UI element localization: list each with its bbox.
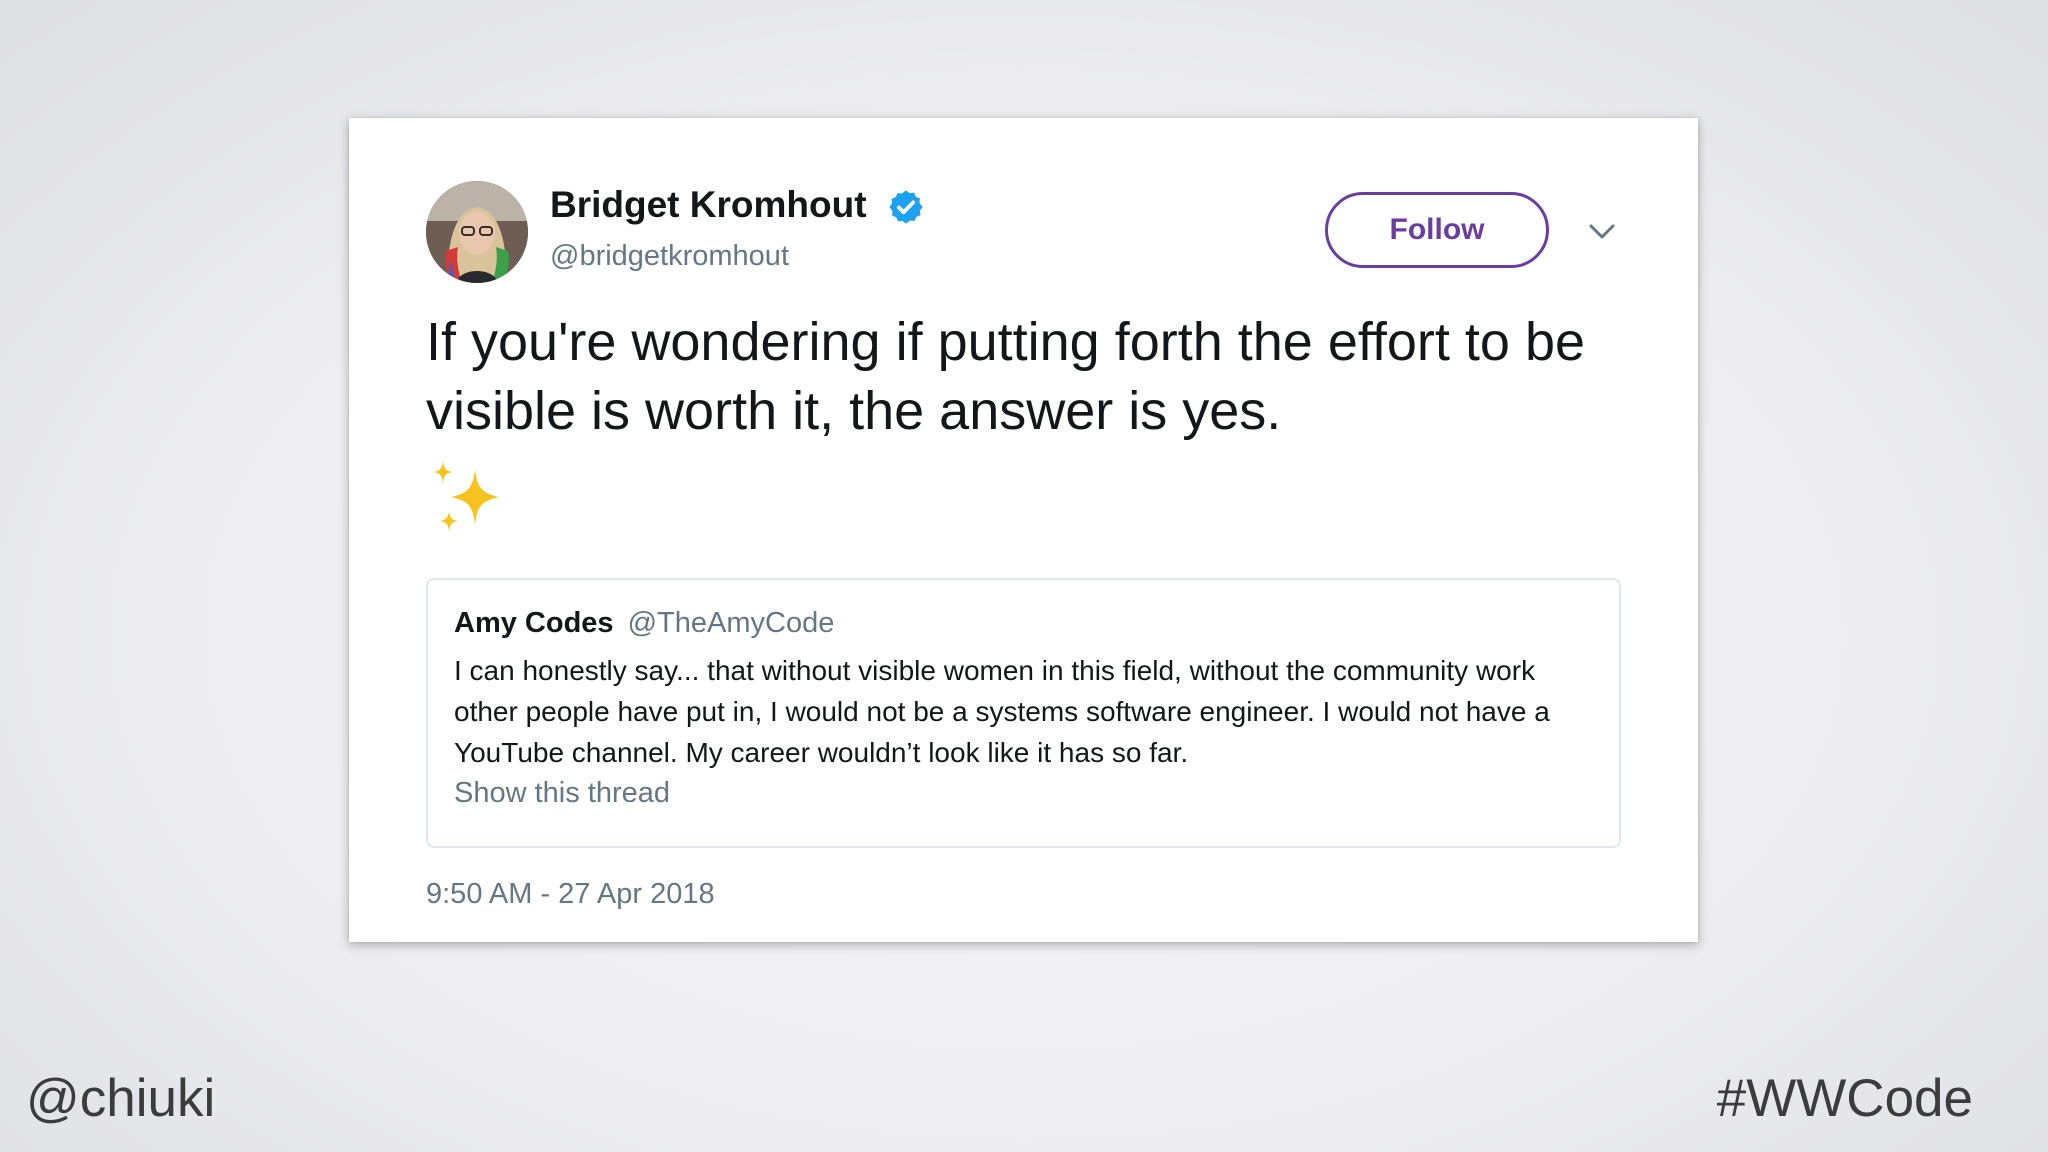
- chevron-down-icon[interactable]: [1585, 214, 1619, 248]
- avatar[interactable]: [426, 181, 528, 283]
- tweet-card: Bridget Kromhout @bridgetkromhout Follow…: [349, 118, 1698, 942]
- quoted-author-name[interactable]: Amy Codes: [454, 607, 614, 639]
- quoted-tweet-text: I can honestly say... that without visib…: [454, 655, 1550, 768]
- author-name[interactable]: Bridget Kromhout: [550, 184, 867, 226]
- sparkles-icon: [433, 461, 499, 531]
- follow-button[interactable]: Follow: [1325, 192, 1549, 268]
- quoted-tweet[interactable]: Amy Codes @TheAmyCode I can honestly say…: [426, 578, 1621, 848]
- verified-badge-icon: [889, 190, 923, 224]
- tweet-text: If you're wondering if putting forth the…: [426, 312, 1586, 441]
- tweet-timestamp[interactable]: 9:50 AM - 27 Apr 2018: [426, 878, 715, 911]
- slide-footer-hashtag: #WWCode: [1716, 1069, 1973, 1128]
- slide-footer-handle: @chiuki: [26, 1069, 216, 1128]
- quoted-author-handle[interactable]: @TheAmyCode: [628, 607, 835, 639]
- author-handle[interactable]: @bridgetkromhout: [550, 240, 789, 273]
- show-thread-link[interactable]: Show this thread: [454, 777, 670, 810]
- quoted-tweet-header: Amy Codes @TheAmyCode: [454, 607, 834, 640]
- profile-photo-avatar: [426, 181, 528, 283]
